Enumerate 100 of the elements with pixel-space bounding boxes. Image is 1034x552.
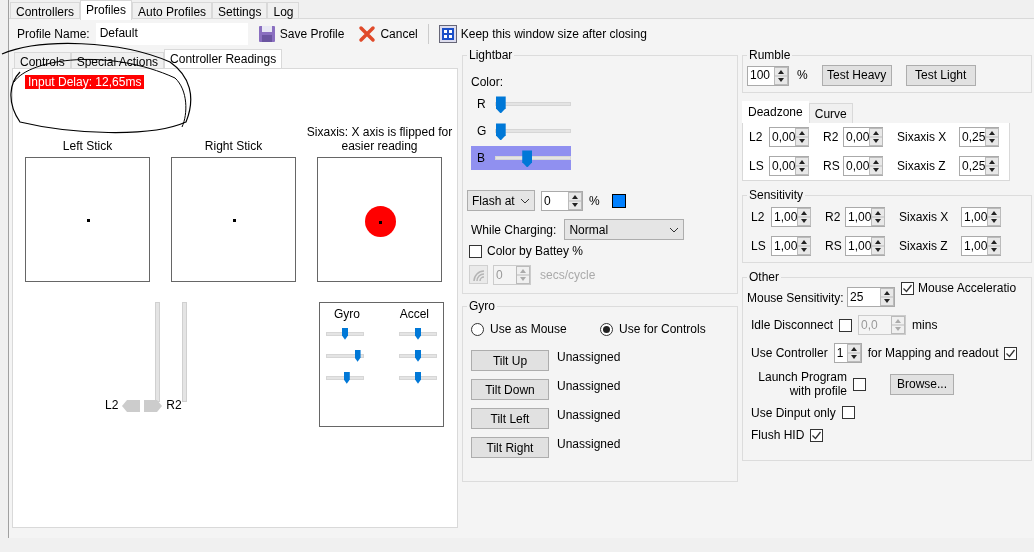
radio-label: Use as Mouse (490, 322, 567, 337)
number-field[interactable]: 1,00 (961, 207, 1001, 228)
input-delay-label: Input Delay: 12,65ms (25, 75, 145, 90)
slider-thumb[interactable] (343, 371, 350, 384)
dropdown[interactable]: Normal (564, 219, 685, 241)
number-field[interactable]: 0,25 (959, 156, 999, 177)
mapping-label: Unassigned (557, 437, 621, 452)
test-button[interactable]: Test Light (905, 65, 976, 86)
number-field[interactable]: 1,00 (845, 207, 885, 228)
slider-thumb[interactable] (354, 349, 361, 362)
tab[interactable]: Curve (808, 103, 853, 124)
checkbox[interactable] (469, 245, 482, 259)
toolbar-button[interactable]: Cancel (354, 25, 422, 43)
trigger-label: R2 (166, 398, 182, 413)
checkbox[interactable] (841, 406, 855, 420)
spin-arrows-icon (774, 66, 788, 85)
close-icon (358, 25, 377, 43)
slider-thumb[interactable] (495, 123, 506, 141)
tab[interactable]: Auto Profiles (132, 2, 213, 18)
checkbox[interactable] (853, 378, 866, 392)
spin-arrows-icon (516, 265, 530, 284)
tab[interactable]: Controller Readings (164, 49, 283, 68)
spin-arrows-icon (846, 344, 861, 363)
number-field[interactable]: 0,00 (769, 127, 809, 148)
spin-arrows-icon (871, 208, 886, 227)
number-field[interactable]: 25 (847, 287, 895, 308)
spin-arrows-icon (891, 316, 906, 335)
spin-arrows-icon (869, 157, 884, 176)
field-label: R2 (822, 130, 840, 145)
number-field[interactable]: 0,00 (843, 127, 883, 148)
field-label: Sixaxis Z (896, 159, 947, 174)
channel-label: B (477, 151, 486, 166)
tab[interactable]: Profiles (80, 0, 133, 20)
profile-name-field[interactable]: Default (95, 23, 248, 45)
slider-thumb[interactable] (415, 327, 421, 340)
toolbar-button[interactable]: Keep this window size after closing (434, 25, 651, 43)
group-title: Sensitivity (748, 189, 805, 202)
unit-label: secs/cycle (540, 267, 596, 282)
tilt-button[interactable]: Tilt Left (471, 408, 549, 430)
test-button[interactable]: Test Heavy (821, 65, 892, 86)
channel-label: R (477, 97, 487, 112)
spin-arrows-icon (987, 208, 1002, 227)
trigger-label: L2 (105, 398, 119, 413)
tilt-button[interactable]: Tilt Down (471, 379, 549, 401)
tab[interactable]: Controllers (10, 2, 81, 18)
number-field[interactable]: 1 (833, 343, 862, 364)
number-field[interactable]: 1,00 (771, 236, 811, 257)
number-field[interactable]: 0,00 (769, 156, 809, 177)
radio-button[interactable] (471, 322, 484, 336)
color-swatch[interactable] (611, 193, 626, 208)
mapping-label: Unassigned (557, 379, 621, 394)
spin-arrows-icon (985, 128, 1000, 147)
browse-button[interactable]: Browse... (890, 374, 954, 396)
slider-thumb[interactable] (415, 349, 421, 362)
checkbox[interactable] (901, 282, 914, 296)
number-field[interactable]: 100 (747, 65, 789, 86)
field-label: R2 (824, 210, 842, 225)
slider-thumb[interactable] (495, 96, 506, 114)
spin-arrows-icon (985, 157, 1000, 176)
radio-label: Use for Controls (619, 322, 706, 337)
trigger-arrow-icon (144, 399, 163, 412)
tilt-button[interactable]: Tilt Right (471, 437, 549, 459)
rainbow-icon (472, 268, 485, 282)
slider-thumb[interactable] (415, 371, 421, 384)
column-label: Accel (399, 307, 429, 322)
number-field[interactable]: 1,00 (845, 236, 885, 257)
field-label: Use Controller (751, 346, 828, 361)
unit-label: % (797, 68, 808, 83)
tilt-button[interactable]: Tilt Up (471, 350, 549, 372)
group-title: Gyro (468, 300, 496, 312)
slider-thumb[interactable] (342, 327, 348, 340)
radio-button[interactable] (600, 322, 613, 336)
checkbox[interactable] (1004, 346, 1018, 360)
spin-arrows-icon (871, 237, 886, 256)
dropdown[interactable]: Flash at (467, 190, 535, 212)
group-title: Rumble (748, 49, 792, 61)
number-field[interactable]: 0 (541, 190, 583, 211)
number-field[interactable]: 0,00 (843, 156, 883, 177)
stick-label: Sixaxis: X axis is flipped for easier reading (305, 124, 454, 154)
tab[interactable]: Settings (212, 2, 268, 18)
window-grid-icon (438, 25, 457, 43)
tab[interactable]: Controls (14, 52, 71, 68)
number-field[interactable]: 0,25 (959, 127, 999, 148)
caret-icon (520, 197, 530, 204)
tab[interactable]: Deadzone (742, 101, 809, 124)
field-label: for Mapping and readout (867, 346, 999, 361)
column-label: Gyro (334, 307, 360, 322)
mapping-label: Unassigned (557, 350, 621, 365)
number-field[interactable]: 1,00 (771, 207, 811, 228)
checkbox-label: Use Dinput only (751, 405, 836, 421)
checkbox[interactable] (810, 428, 824, 442)
spin-arrows-icon (880, 288, 894, 307)
tab[interactable]: Log (267, 2, 300, 18)
slider-thumb[interactable] (522, 150, 533, 168)
caret-icon (669, 226, 680, 233)
checkbox-label: Launch Program with profile (757, 371, 847, 398)
unit-label: % (589, 193, 600, 209)
number-field[interactable]: 1,00 (961, 236, 1001, 257)
toolbar-button[interactable]: Save Profile (253, 25, 349, 43)
group-title: Lightbar (468, 49, 514, 61)
